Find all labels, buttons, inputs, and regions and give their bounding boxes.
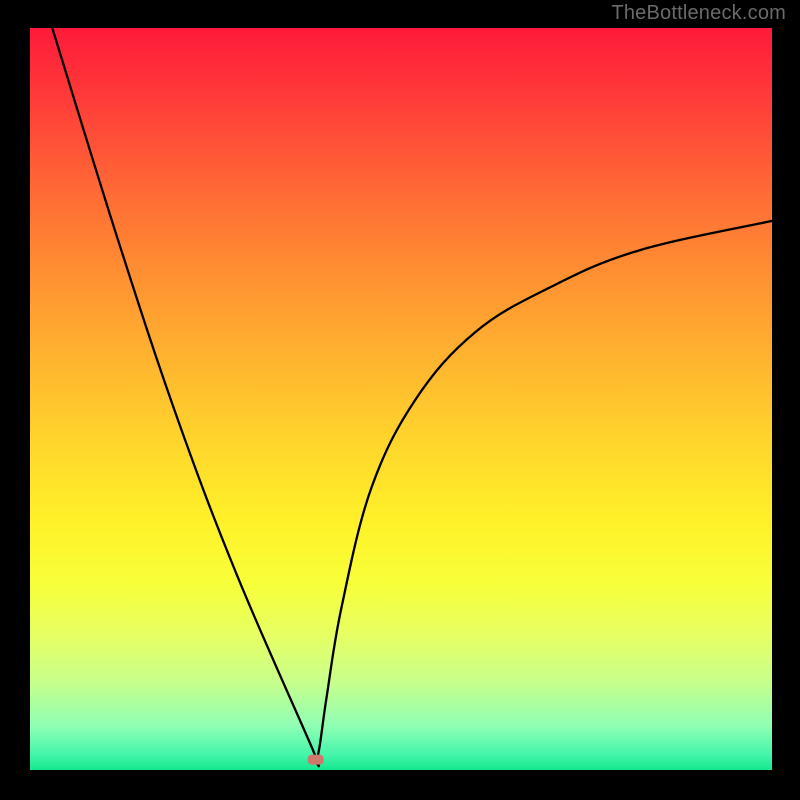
plot-svg — [30, 28, 772, 770]
min-marker — [308, 755, 324, 765]
v-curve — [52, 28, 772, 766]
watermark-text: TheBottleneck.com — [611, 2, 786, 25]
chart-frame: TheBottleneck.com — [0, 0, 800, 800]
